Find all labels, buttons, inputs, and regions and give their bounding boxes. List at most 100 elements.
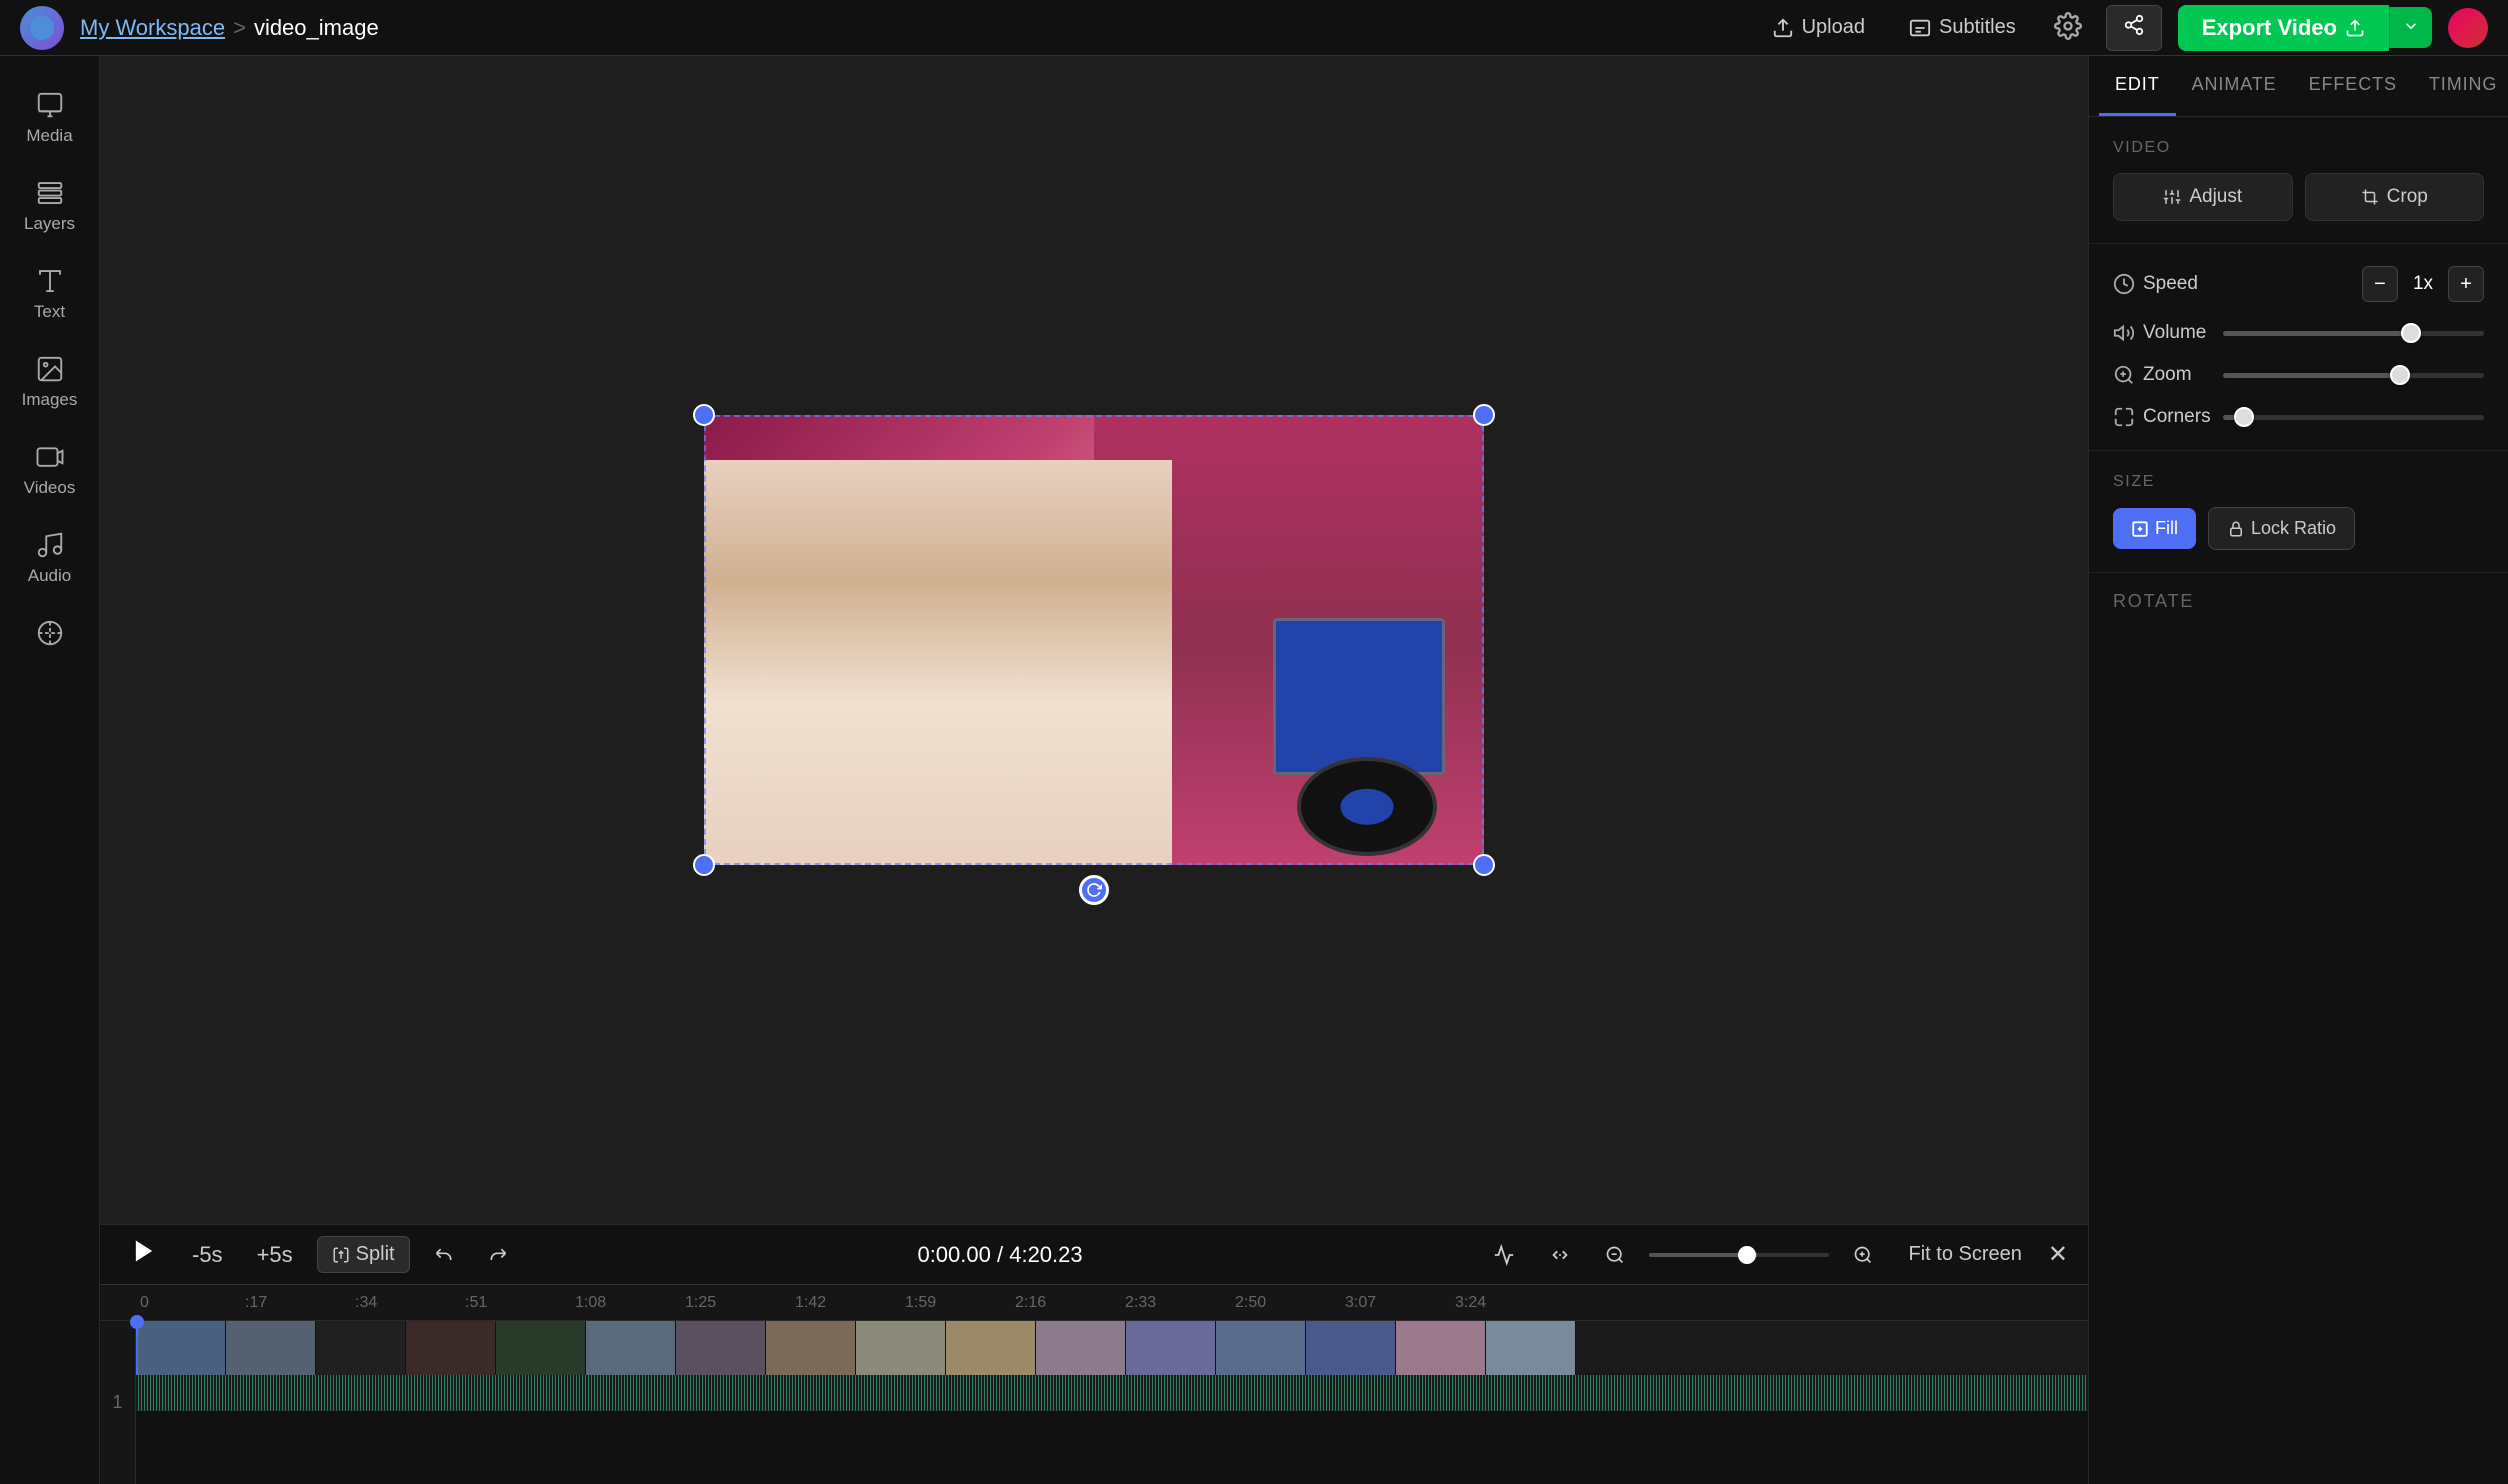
size-section-label: SIZE [2113, 473, 2484, 491]
crop-button[interactable]: Crop [2305, 173, 2485, 221]
speed-decrease-button[interactable]: − [2362, 266, 2398, 302]
tab-effects-label: EFFECTS [2309, 74, 2397, 94]
share-button[interactable] [2106, 5, 2162, 51]
sidebar-item-color[interactable] [6, 604, 94, 662]
fill-button[interactable]: Fill [2113, 508, 2196, 549]
corners-row: Corners [2113, 406, 2484, 428]
zoom-thumb[interactable] [2390, 365, 2410, 385]
skip-fwd-button[interactable]: +5s [247, 1236, 303, 1274]
upload-label: Upload [1802, 16, 1865, 39]
video-canvas[interactable] [704, 415, 1484, 865]
zoom-in-button[interactable] [1843, 1239, 1883, 1271]
thumb-4 [406, 1321, 496, 1375]
thumb-13 [1216, 1321, 1306, 1375]
canvas-wrapper [100, 56, 2088, 1224]
playhead[interactable] [136, 1321, 138, 1375]
sidebar-item-images[interactable]: Images [6, 340, 94, 424]
subtitles-button[interactable]: Subtitles [1895, 8, 2030, 47]
volume-slider[interactable] [2223, 331, 2484, 336]
resize-handle-tr[interactable] [1473, 404, 1495, 426]
thumb-5 [496, 1321, 586, 1375]
thumb-9 [856, 1321, 946, 1375]
sidebar-item-text[interactable]: Text [6, 252, 94, 336]
split-label: Split [356, 1243, 395, 1266]
audio-track[interactable] [136, 1375, 2088, 1411]
tab-timing[interactable]: TIMING [2413, 56, 2508, 116]
timeline-ruler: 0 :17 :34 :51 1:08 1:25 1:42 1:59 2:16 2… [100, 1285, 2088, 1321]
speed-section: Speed − 1x + Volume [2089, 244, 2508, 451]
upload-button[interactable]: Upload [1758, 8, 1879, 47]
sidebar-item-images-label: Images [22, 390, 78, 410]
rotate-handle[interactable] [1079, 875, 1109, 905]
lock-ratio-button[interactable]: Lock Ratio [2208, 507, 2355, 550]
tab-edit[interactable]: EDIT [2099, 56, 2176, 116]
sidebar-item-layers[interactable]: Layers [6, 164, 94, 248]
video-person [704, 460, 1172, 865]
sidebar-item-videos[interactable]: Videos [6, 428, 94, 512]
corners-label: Corners [2143, 406, 2211, 428]
skip-back-button[interactable]: -5s [182, 1236, 233, 1274]
zoom-slider-wrapper [1649, 1253, 1829, 1257]
volume-thumb[interactable] [2401, 323, 2421, 343]
thumb-15 [1396, 1321, 1486, 1375]
thumb-2 [226, 1321, 316, 1375]
close-timeline-button[interactable]: ✕ [2048, 1240, 2068, 1269]
resize-handle-br[interactable] [1473, 854, 1495, 876]
settings-button[interactable] [2046, 4, 2090, 51]
export-dropdown-button[interactable] [2389, 7, 2432, 48]
sidebar-item-media-label: Media [26, 126, 72, 146]
track-content [136, 1321, 2088, 1484]
audio-waveform [136, 1375, 2088, 1411]
zoom-label: Zoom [2143, 364, 2192, 386]
corners-thumb[interactable] [2234, 407, 2254, 427]
redo-button[interactable] [478, 1239, 518, 1271]
sidebar-item-media[interactable]: Media [6, 76, 94, 160]
export-btn-group: Export Video [2178, 5, 2432, 51]
video-track[interactable] [136, 1321, 2088, 1375]
video-turntable [1297, 757, 1437, 856]
fit-screen-label: Fit to Screen [1909, 1243, 2022, 1265]
export-video-button[interactable]: Export Video [2178, 5, 2389, 51]
ripple-button[interactable] [1539, 1238, 1581, 1272]
resize-handle-tl[interactable] [693, 404, 715, 426]
right-tabs: EDIT ANIMATE EFFECTS TIMING [2089, 56, 2508, 117]
track-label: 1 [100, 1321, 136, 1484]
speed-row: Speed − 1x + [2113, 266, 2484, 302]
thumb-6 [586, 1321, 676, 1375]
workspace-link[interactable]: My Workspace [80, 15, 225, 41]
zoom-out-button[interactable] [1595, 1239, 1635, 1271]
zoom-slider[interactable] [1649, 1253, 1829, 1257]
avatar[interactable] [2448, 8, 2488, 48]
left-sidebar: Media Layers Text Images Videos Audio [0, 56, 100, 1484]
skip-fwd-label: +5s [257, 1242, 293, 1268]
tick-7: 1:59 [905, 1294, 936, 1312]
play-button[interactable] [120, 1231, 168, 1278]
volume-fill [2223, 331, 2411, 336]
waveform-button[interactable] [1483, 1238, 1525, 1272]
tick-3: :51 [465, 1294, 487, 1312]
split-button[interactable]: Split [317, 1236, 410, 1273]
timeline-controls-bar: -5s +5s Split 0:00.00 / 4:20.23 [100, 1224, 2088, 1284]
video-tv [1273, 618, 1445, 776]
speed-increase-button[interactable]: + [2448, 266, 2484, 302]
thumb-11 [1036, 1321, 1126, 1375]
sidebar-item-audio-label: Audio [28, 566, 71, 586]
zoom-slider-panel[interactable] [2223, 373, 2484, 378]
undo-button[interactable] [424, 1239, 464, 1271]
tick-5: 1:25 [685, 1294, 716, 1312]
tick-9: 2:33 [1125, 1294, 1156, 1312]
thumb-3 [316, 1321, 406, 1375]
resize-handle-bl[interactable] [693, 854, 715, 876]
tab-animate[interactable]: ANIMATE [2176, 56, 2293, 116]
fit-screen-button[interactable]: Fit to Screen [1897, 1237, 2034, 1272]
adjust-button[interactable]: Adjust [2113, 173, 2293, 221]
tick-4: 1:08 [575, 1294, 606, 1312]
thumb-8 [766, 1321, 856, 1375]
tab-effects[interactable]: EFFECTS [2293, 56, 2413, 116]
size-btns: Fill Lock Ratio [2113, 507, 2484, 550]
tab-animate-label: ANIMATE [2192, 74, 2277, 94]
track-number: 1 [112, 1392, 122, 1413]
corners-slider[interactable] [2223, 415, 2484, 420]
tab-timing-label: TIMING [2429, 74, 2497, 94]
sidebar-item-audio[interactable]: Audio [6, 516, 94, 600]
